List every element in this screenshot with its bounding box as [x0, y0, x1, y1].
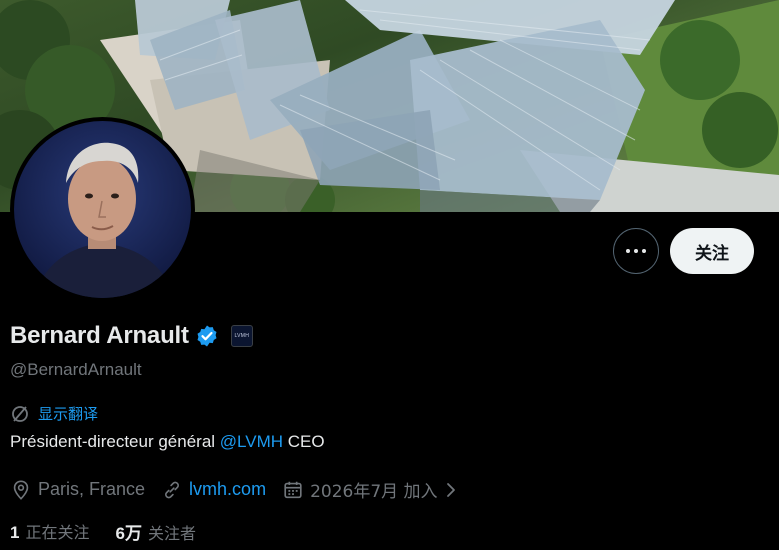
- following-label: 正在关注: [25, 523, 90, 542]
- followers-label: 关注者: [147, 524, 196, 543]
- translate-label: 显示翻译: [38, 405, 99, 423]
- calendar-icon: [284, 481, 302, 498]
- chevron-right-icon: [446, 482, 455, 497]
- translate-icon: [12, 405, 28, 422]
- link-icon: [165, 481, 179, 498]
- location-text: Paris, France: [38, 479, 146, 499]
- profile-bio: Président-directeur général @LVMH CEO: [10, 432, 325, 452]
- profile-meta: Paris, France lvmh.com 2026年7月 加入: [10, 477, 458, 502]
- following-stat[interactable]: 1 正在关注: [10, 519, 89, 544]
- joined-date-text: 2026年7月 加入: [310, 482, 438, 502]
- website-item: lvmh.com: [161, 479, 266, 501]
- bio-mention-link[interactable]: @LVMH: [220, 432, 283, 451]
- follow-stats: 1 正在关注 6万 关注者: [10, 519, 196, 544]
- more-options-button[interactable]: [613, 228, 659, 274]
- bio-text: Président-directeur général: [10, 432, 220, 451]
- followers-count: 6万: [115, 524, 142, 543]
- followers-stat[interactable]: 6万 关注者: [115, 519, 195, 544]
- avatar[interactable]: [10, 117, 195, 302]
- more-dots-icon: [626, 249, 646, 253]
- affiliate-badge[interactable]: LVMH: [230, 325, 253, 347]
- display-name: Bernard Arnault: [10, 322, 189, 349]
- name-row: Bernard Arnault LVMH: [10, 322, 253, 350]
- profile-page: 关注 Bernard Arnault LVMH @BernardArnault …: [0, 0, 779, 550]
- username-handle: @BernardArnault: [10, 360, 142, 379]
- website-link[interactable]: lvmh.com: [189, 479, 266, 500]
- joined-date-item[interactable]: 2026年7月 加入: [282, 477, 457, 502]
- verified-badge-icon[interactable]: [195, 324, 219, 348]
- avatar-photo: [14, 121, 191, 298]
- translate-bio-link[interactable]: 显示翻译: [10, 403, 98, 424]
- location-pin-icon: [13, 479, 29, 500]
- follow-button[interactable]: 关注: [670, 228, 754, 274]
- location-item: Paris, France: [10, 479, 145, 501]
- following-count: 1: [10, 523, 20, 542]
- bio-suffix: CEO: [283, 432, 325, 451]
